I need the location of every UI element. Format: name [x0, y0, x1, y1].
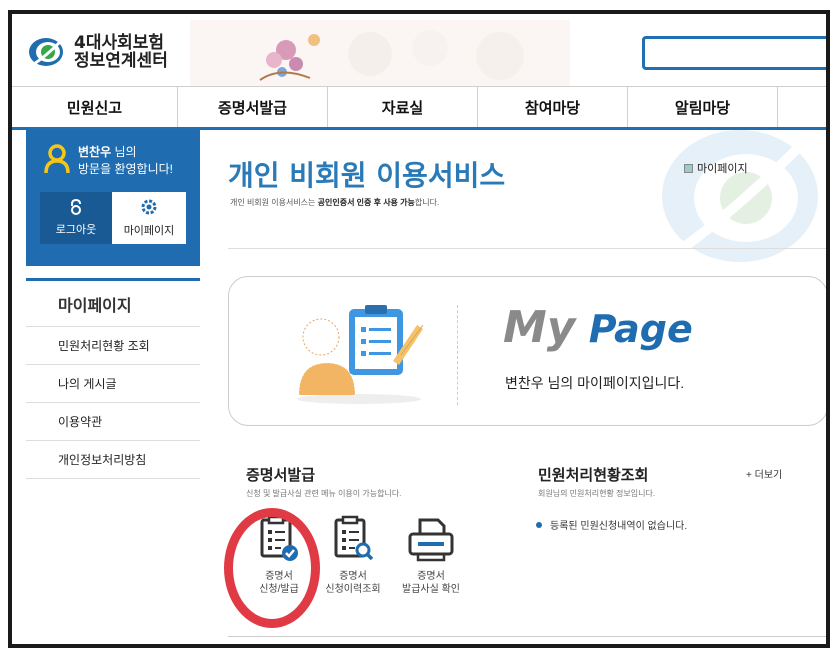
mypage-button-label: 마이페이지 [123, 224, 175, 237]
gear-icon [140, 198, 158, 220]
logo-line2: 정보연계센터 [74, 51, 168, 71]
login-box: 변찬우 님의 방문을 환영합니다! 로그아웃 마이페이지 [26, 130, 200, 266]
user-greeting: 변찬우 님의 방문을 환영합니다! [44, 144, 173, 178]
logo-text: 4대사회보험 정보연계센터 [74, 34, 168, 70]
logout-button[interactable]: 로그아웃 [40, 192, 112, 244]
cert-history-label: 증명서 신청이력조회 [308, 570, 398, 596]
logo-icon [26, 34, 66, 70]
page-subtitle: 개인 비회원 이용서비스는 공인인증서 인증 후 사용 가능합니다. [230, 197, 439, 208]
home-icon [684, 163, 693, 173]
user-name: 변찬우 [78, 145, 112, 159]
mypage-logo-page: Page [588, 307, 693, 351]
mypage-logo-my: My [503, 302, 576, 353]
card-divider [457, 305, 458, 405]
mypage-button[interactable]: 마이페이지 [112, 192, 186, 244]
document-search-icon [328, 514, 378, 564]
greeting-text: 변찬우 님의 방문을 환영합니다! [78, 144, 173, 178]
cert-history-label-line2: 신청이력조회 [325, 584, 381, 595]
sidebar-menu-title: 마이페이지 [26, 281, 200, 327]
highlight-circle-annotation [224, 508, 320, 628]
mypage-logo: My Page [503, 306, 693, 351]
page-title: 개인 비회원 이용서비스 [228, 159, 506, 192]
page-frame: 4대사회보험 정보연계센터 민원신고 증명서발급 자료실 참여마당 알림마당 변… [8, 10, 830, 648]
status-section-title: 민원처리현황조회 [538, 467, 649, 484]
status-section-subtitle: 회원님의 민원처리현황 정보입니다. [538, 489, 656, 498]
site-logo[interactable]: 4대사회보험 정보연계센터 [26, 34, 168, 70]
mypage-welcome-message: 변찬우 님의 마이페이지입니다. [505, 375, 685, 391]
empty-status-text: 등록된 민원신청내역이 없습니다. [550, 521, 688, 532]
logo-line1: 4대사회보험 [74, 33, 165, 53]
cert-history-button[interactable]: 증명서 신청이력조회 [308, 514, 398, 596]
site-header: 4대사회보험 정보연계센터 [12, 14, 826, 90]
sidebar-item-my-posts[interactable]: 나의 게시글 [26, 365, 200, 403]
cert-verify-label-line1: 증명서 [417, 571, 445, 582]
more-link[interactable]: + 더보기 [746, 466, 782, 481]
sidebar-menu: 마이페이지 민원처리현황 조회 나의 게시글 이용약관 개인정보처리방침 [26, 278, 200, 479]
cert-verify-button[interactable]: 증명서 발급사실 확인 [386, 514, 476, 596]
page-subtitle-post: 합니다. [414, 198, 440, 207]
cert-verify-label-line2: 발급사실 확인 [402, 584, 460, 595]
nav-item-certificate[interactable]: 증명서발급 [178, 87, 328, 127]
bottom-divider [228, 636, 826, 637]
user-suffix: 님의 [111, 145, 137, 159]
sidebar-item-complaint-status[interactable]: 민원처리현황 조회 [26, 327, 200, 365]
header-flower-decoration [190, 20, 570, 86]
cert-history-label-line1: 증명서 [339, 571, 367, 582]
login-buttons: 로그아웃 마이페이지 [40, 192, 186, 244]
search-input[interactable] [642, 36, 826, 70]
breadcrumb-mypage-link[interactable]: 마이페이지 [684, 160, 748, 176]
user-icon [44, 144, 70, 174]
sidebar-item-privacy[interactable]: 개인정보처리방침 [26, 441, 200, 479]
printer-icon [406, 514, 456, 564]
title-divider [228, 248, 826, 249]
empty-status-message: 등록된 민원신청내역이 없습니다. [536, 517, 687, 532]
welcome-text: 방문을 환영합니다! [78, 162, 173, 176]
bullet-icon [536, 521, 542, 528]
page-subtitle-pre: 개인 비회원 이용서비스는 [230, 198, 318, 207]
cert-section-subtitle: 신청 및 발급사실 관련 메뉴 이용이 가능합니다. [246, 489, 402, 498]
nav-item-participation[interactable]: 참여마당 [478, 87, 628, 127]
logout-label: 로그아웃 [55, 223, 97, 236]
cert-section-title: 증명서발급 [246, 467, 316, 484]
mypage-banner-card: My Page 변찬우 님의 마이페이지입니다. [228, 276, 826, 426]
clipboard-illustration-icon [289, 295, 429, 405]
breadcrumb-label: 마이페이지 [697, 163, 748, 175]
page-subtitle-bold: 공인인증서 인증 후 사용 가능 [317, 198, 415, 207]
background-logo-decoration [652, 114, 822, 264]
lock-icon [69, 198, 83, 219]
nav-item-resources[interactable]: 자료실 [328, 87, 478, 127]
cert-verify-label: 증명서 발급사실 확인 [386, 570, 476, 596]
sidebar-item-terms[interactable]: 이용약관 [26, 403, 200, 441]
nav-item-complaint[interactable]: 민원신고 [12, 87, 178, 127]
